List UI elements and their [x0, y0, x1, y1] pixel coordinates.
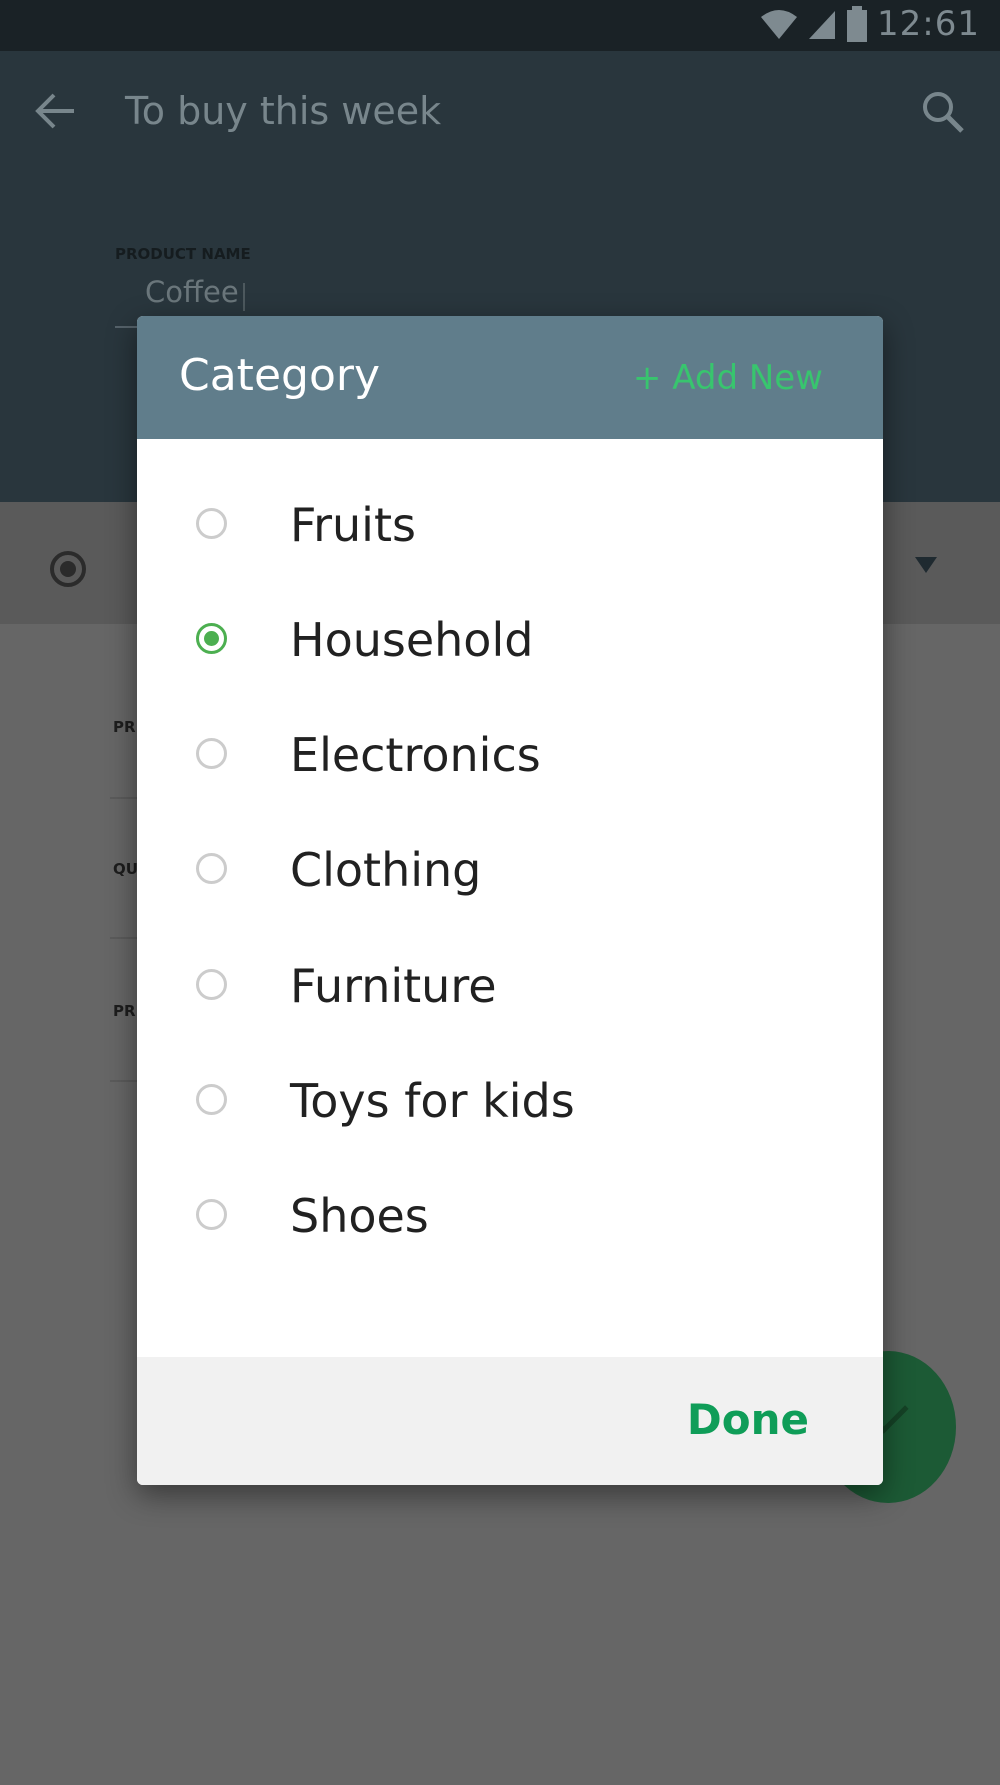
option-label: Furniture: [290, 959, 497, 1013]
dialog-header: Category + Add New: [137, 316, 883, 439]
background-field-label: PR: [113, 1002, 136, 1020]
type-radio-icon: [50, 551, 86, 587]
radio-icon[interactable]: [196, 1084, 227, 1115]
product-name-input[interactable]: Coffee: [145, 275, 239, 309]
category-dialog: Category + Add New Fruits Household Elec…: [137, 316, 883, 1485]
text-cursor: [243, 283, 245, 311]
option-label: Clothing: [290, 843, 482, 897]
option-toys-for-kids[interactable]: Toys for kids: [137, 1050, 883, 1150]
radio-checked-icon[interactable]: [196, 623, 227, 654]
background-field-label: PR: [113, 718, 136, 736]
option-shoes[interactable]: Shoes: [137, 1165, 883, 1265]
dropdown-arrow-icon: [915, 557, 937, 573]
search-icon[interactable]: [920, 89, 966, 135]
option-label: Household: [290, 613, 534, 667]
app-title: To buy this week: [125, 89, 442, 133]
done-button[interactable]: Done: [687, 1395, 809, 1444]
option-furniture[interactable]: Furniture: [137, 935, 883, 1035]
option-clothing[interactable]: Clothing: [137, 819, 883, 919]
option-label: Toys for kids: [290, 1074, 575, 1128]
dialog-title: Category: [179, 350, 380, 401]
status-time: 12:61: [877, 4, 980, 44]
radio-icon[interactable]: [196, 1199, 227, 1230]
option-fruits[interactable]: Fruits: [137, 474, 883, 574]
dialog-footer: Done: [137, 1357, 883, 1485]
option-label: Shoes: [290, 1189, 429, 1243]
radio-icon[interactable]: [196, 969, 227, 1000]
status-bar: 12:61: [0, 0, 1000, 51]
product-name-label: PRODUCT NAME: [115, 245, 251, 263]
radio-icon[interactable]: [196, 738, 227, 769]
add-new-button[interactable]: + Add New: [633, 358, 823, 398]
option-label: Electronics: [290, 728, 541, 782]
option-electronics[interactable]: Electronics: [137, 704, 883, 804]
back-arrow-icon[interactable]: [34, 89, 78, 133]
option-label: Fruits: [290, 498, 416, 552]
signal-icon: [809, 11, 836, 39]
wifi-icon: [761, 10, 798, 39]
background-field-label: QU: [113, 860, 138, 878]
radio-icon[interactable]: [196, 853, 227, 884]
option-household[interactable]: Household: [137, 589, 883, 689]
radio-icon[interactable]: [196, 508, 227, 539]
status-icons: 12:61: [759, 4, 980, 44]
battery-icon: [847, 6, 868, 42]
